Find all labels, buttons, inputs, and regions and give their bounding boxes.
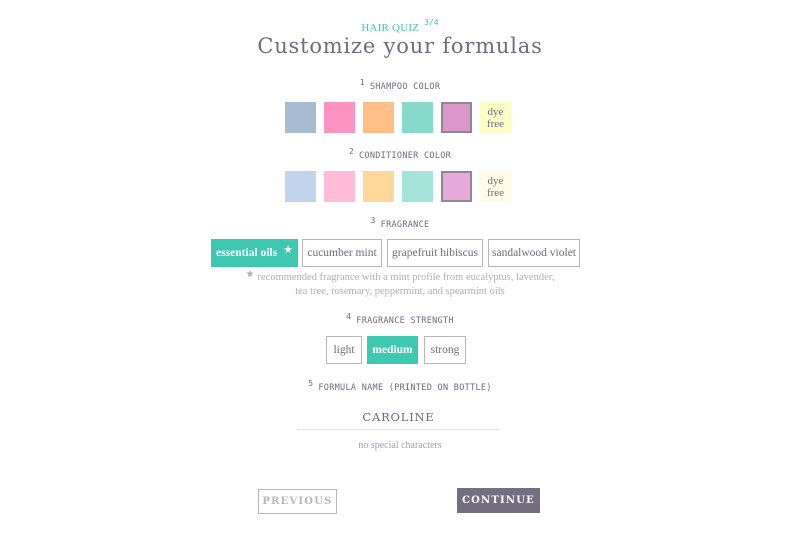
quiz-label: HAIR QUIZ — [361, 22, 420, 34]
star-icon: ★ — [283, 243, 293, 256]
star-icon: ★ — [245, 269, 255, 280]
continue-button[interactable]: CONTINUE — [457, 488, 540, 513]
conditioner-swatch-purple[interactable] — [441, 171, 472, 202]
note-text: recommended fragrance with a mint profil… — [257, 272, 555, 297]
strength-option-strong[interactable]: strong — [424, 336, 466, 364]
conditioner-swatch-teal[interactable] — [402, 171, 433, 202]
section-label: FORMULA NAME (PRINTED ON BOTTLE) — [318, 383, 492, 393]
formula-name-heading: 5 FORMULA NAME (PRINTED ON BOTTLE) — [0, 379, 800, 393]
page-title: Customize your formulas — [257, 34, 543, 58]
section-label: FRAGRANCE — [380, 220, 430, 230]
swatch-label: free — [486, 118, 505, 130]
section-number: 5 — [308, 379, 314, 388]
formula-name-hint: no special characters — [358, 440, 442, 451]
option-label: essential oils — [216, 247, 278, 259]
shampoo-swatch-teal[interactable] — [402, 102, 433, 133]
shampoo-swatch-pink[interactable] — [324, 102, 355, 133]
conditioner-swatch-dye-free[interactable]: dye free — [480, 171, 511, 202]
fragrance-option-cucumber-mint[interactable]: cucumber mint — [302, 239, 382, 267]
fragrance-strength-heading: 4 FRAGRANCE STRENGTH — [0, 312, 800, 326]
swatch-label: free — [486, 187, 505, 199]
fragrance-option-grapefruit-hibiscus[interactable]: grapefruit hibiscus — [387, 239, 483, 267]
strength-option-light[interactable]: light — [326, 336, 362, 364]
fragrance-heading: 3 FRAGRANCE — [0, 216, 800, 230]
fragrance-option-sandalwood-violet[interactable]: sandalwood violet — [488, 239, 580, 267]
conditioner-swatch-blue[interactable] — [285, 171, 316, 202]
section-label: SHAMPOO COLOR — [369, 82, 441, 92]
section-number: 3 — [370, 216, 376, 225]
swatch-label: dye — [487, 175, 504, 187]
fragrance-option-essential-oils[interactable]: essential oils ★ — [211, 239, 298, 267]
strength-option-medium[interactable]: medium — [367, 336, 418, 364]
conditioner-swatch-orange[interactable] — [363, 171, 394, 202]
conditioner-swatch-pink[interactable] — [324, 171, 355, 202]
section-number: 4 — [346, 312, 352, 321]
section-label: FRAGRANCE STRENGTH — [356, 316, 454, 326]
fragrance-recommendation-note: ★ recommended fragrance with a mint profi… — [240, 269, 560, 299]
previous-button[interactable]: PREVIOUS — [258, 489, 337, 514]
formula-name-input[interactable] — [297, 404, 500, 430]
shampoo-swatch-orange[interactable] — [363, 102, 394, 133]
section-number: 2 — [348, 147, 354, 156]
shampoo-swatch-purple[interactable] — [441, 102, 472, 133]
conditioner-color-heading: 2 CONDITIONER COLOR — [0, 147, 800, 161]
shampoo-color-heading: 1 SHAMPOO COLOR — [0, 78, 800, 92]
section-label: CONDITIONER COLOR — [359, 151, 452, 161]
quiz-step: 3/4 — [424, 18, 439, 27]
shampoo-swatch-dye-free[interactable]: dye free — [480, 102, 511, 133]
swatch-label: dye — [487, 106, 504, 118]
section-number: 1 — [359, 78, 365, 87]
shampoo-swatch-blue[interactable] — [285, 102, 316, 133]
quiz-progress: HAIR QUIZ 3/4 — [0, 16, 800, 35]
